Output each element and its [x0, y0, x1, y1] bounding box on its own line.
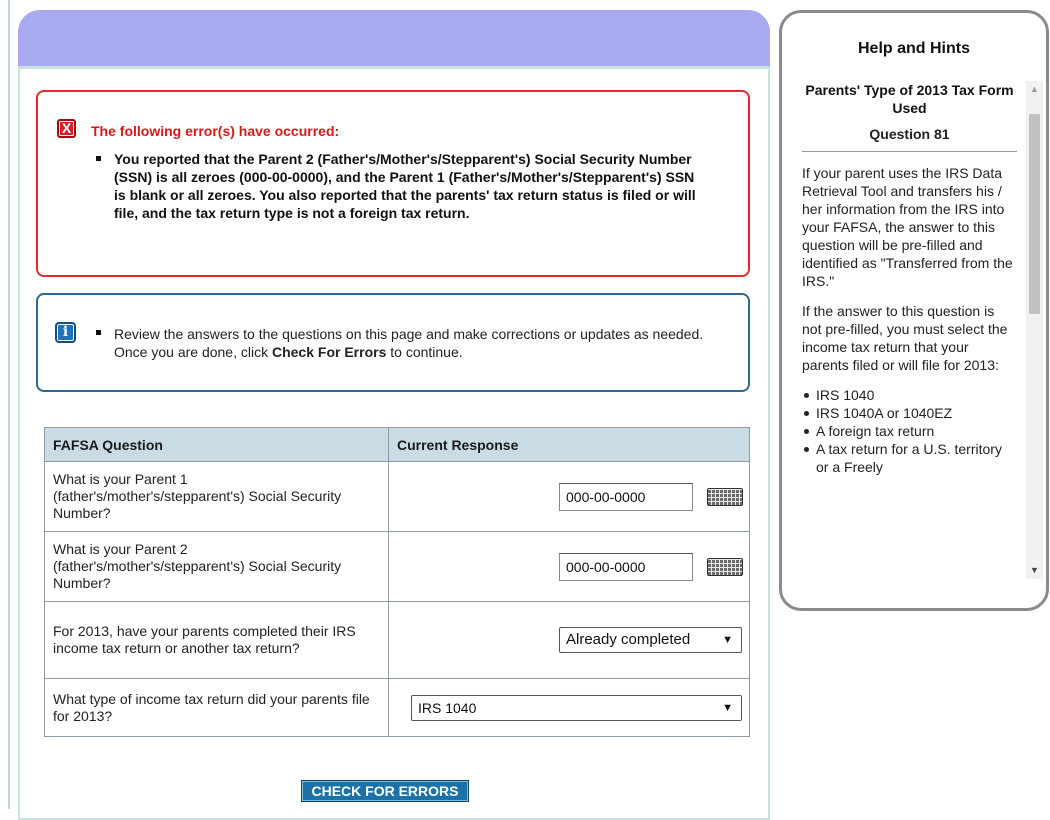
check-for-errors-button[interactable]: CHECK FOR ERRORS: [301, 780, 469, 802]
info-bullet: [96, 330, 101, 335]
info-text-bold: Check For Errors: [271, 344, 387, 360]
help-options-list: IRS 1040 IRS 1040A or 1040EZ A foreign t…: [802, 386, 1017, 476]
column-header-response: Current Response: [388, 427, 750, 462]
error-heading: The following error(s) have occurred:: [91, 123, 340, 139]
list-item: A tax return for a U.S. territory or a F…: [802, 440, 1017, 476]
keyboard-icon[interactable]: [707, 487, 743, 506]
info-message: Review the answers to the questions on t…: [114, 325, 724, 361]
list-item: IRS 1040: [802, 386, 1017, 404]
error-list: You reported that the Parent 2 (Father's…: [96, 150, 696, 222]
dropdown-arrow-icon: ▼: [722, 701, 733, 714]
help-divider: [802, 151, 1017, 152]
table-header-row: FAFSA Question Current Response: [44, 427, 750, 462]
help-paragraph: If your parent uses the IRS Data Retriev…: [802, 165, 1013, 289]
select-value: Already completed: [566, 631, 691, 648]
table-row: What type of income tax return did your …: [44, 678, 750, 737]
keyboard-icon[interactable]: [707, 557, 743, 576]
error-box: X The following error(s) have occurred: …: [36, 90, 750, 277]
response-cell: IRS 1040 ▼: [388, 678, 750, 737]
response-cell: 000-00-0000: [388, 461, 750, 532]
scroll-up-arrow-icon[interactable]: ▲: [1026, 81, 1043, 98]
question-text: What type of income tax return did your …: [44, 678, 389, 737]
info-box: i Review the answers to the questions on…: [36, 293, 750, 392]
scroll-down-arrow-icon[interactable]: ▼: [1026, 562, 1043, 579]
info-text-end: to continue.: [386, 344, 463, 360]
info-icon: i: [55, 322, 76, 343]
parent1-ssn-input[interactable]: 000-00-0000: [559, 482, 693, 511]
dropdown-arrow-icon: ▼: [722, 634, 733, 646]
response-cell: Already completed ▼: [388, 601, 750, 679]
help-question-number: Question 81: [869, 126, 950, 142]
column-header-question: FAFSA Question: [44, 427, 389, 462]
left-border-rule: [8, 0, 10, 809]
help-title: Help and Hints: [857, 40, 970, 57]
fafsa-question-table: FAFSA Question Current Response What is …: [44, 427, 750, 737]
error-x-icon: X: [57, 119, 76, 138]
table-row: What is your Parent 2 (father's/mother's…: [44, 531, 750, 602]
list-item: IRS 1040A or 1040EZ: [802, 404, 1017, 422]
help-content: Parents' Type of 2013 Tax Form Used Ques…: [802, 81, 1017, 476]
select-value: IRS 1040: [418, 699, 477, 716]
help-paragraph: If the answer to this question is not pr…: [802, 303, 1008, 373]
table-row: For 2013, have your parents completed th…: [44, 601, 750, 679]
response-cell: 000-00-0000: [388, 531, 750, 602]
question-text: For 2013, have your parents completed th…: [44, 601, 389, 679]
list-item: A foreign tax return: [802, 422, 1017, 440]
help-panel: Help and Hints Parents' Type of 2013 Tax…: [779, 10, 1049, 611]
help-subtitle: Parents' Type of 2013 Tax Form Used: [805, 82, 1014, 116]
scrollbar-thumb[interactable]: [1029, 114, 1040, 314]
tax-return-status-select[interactable]: Already completed ▼: [559, 627, 742, 653]
table-row: What is your Parent 1 (father's/mother's…: [44, 461, 750, 532]
parent2-ssn-input[interactable]: 000-00-0000: [559, 552, 693, 581]
question-text: What is your Parent 2 (father's/mother's…: [44, 531, 389, 602]
error-message: You reported that the Parent 2 (Father's…: [96, 150, 696, 222]
question-text: What is your Parent 1 (father's/mother's…: [44, 461, 389, 532]
tax-return-type-select[interactable]: IRS 1040 ▼: [411, 694, 742, 721]
main-header-band: [18, 10, 770, 69]
help-scrollbar[interactable]: ▲ ▼: [1026, 81, 1043, 579]
help-scroll-area[interactable]: Parents' Type of 2013 Tax Form Used Ques…: [802, 81, 1043, 579]
